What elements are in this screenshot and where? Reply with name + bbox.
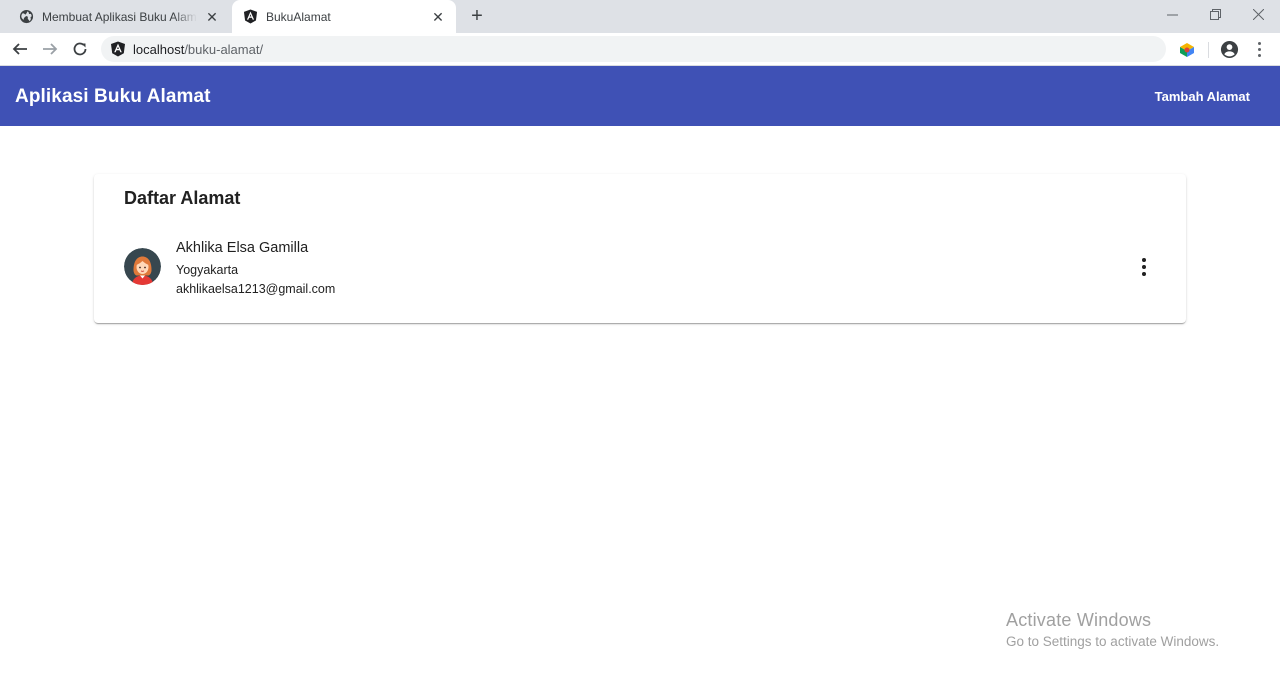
url-path: /buku-alamat/ — [184, 41, 264, 57]
new-tab-button[interactable]: + — [466, 5, 488, 27]
profile-icon[interactable] — [1220, 40, 1239, 59]
globe-icon — [18, 9, 34, 25]
browser-menu-icon[interactable] — [1253, 40, 1265, 59]
minimize-icon[interactable] — [1150, 0, 1194, 28]
browser-toolbar: localhost/buku-alamat/ — [0, 33, 1280, 66]
browser-tab-strip: Membuat Aplikasi Buku Alamat M ✕ BukuAla… — [0, 0, 1280, 33]
browser-tab-inactive[interactable]: Membuat Aplikasi Buku Alamat M ✕ — [8, 0, 230, 33]
contact-email: akhlikaelsa1213@gmail.com — [176, 282, 336, 296]
restore-icon[interactable] — [1193, 0, 1237, 28]
url-host: localhost — [133, 41, 185, 57]
watermark-title: Activate Windows — [1006, 610, 1152, 630]
female-avatar-icon — [124, 248, 161, 285]
reload-icon[interactable] — [69, 38, 91, 60]
close-tab-icon[interactable]: ✕ — [204, 9, 220, 25]
forward-arrow-icon[interactable] — [39, 38, 61, 60]
toolbar-divider — [1208, 42, 1209, 58]
address-list-card: Daftar Alamat Akhlika Elsa Gamilla Yogya… — [94, 174, 1186, 323]
card-title: Daftar Alamat — [124, 188, 241, 208]
address-bar[interactable]: localhost/buku-alamat/ — [101, 36, 1166, 62]
windows-activation-watermark: Activate Windows Go to Settings to activ… — [1006, 610, 1219, 649]
close-window-icon[interactable] — [1236, 0, 1280, 28]
browser-tab-active[interactable]: BukuAlamat ✕ — [232, 0, 456, 33]
close-tab-icon[interactable]: ✕ — [430, 9, 446, 25]
url-text: localhost/buku-alamat/ — [133, 42, 263, 57]
tab-title: BukuAlamat — [266, 9, 331, 24]
contact-city: Yogyakarta — [176, 263, 239, 277]
angular-icon — [110, 41, 126, 57]
add-address-button[interactable]: Tambah Alamat — [1143, 79, 1262, 113]
more-vert-icon[interactable] — [1132, 252, 1156, 282]
extension-icon[interactable] — [1178, 41, 1196, 59]
contact-name: Akhlika Elsa Gamilla — [176, 240, 309, 256]
angular-icon — [242, 9, 258, 25]
tab-title: Membuat Aplikasi Buku Alamat M — [42, 9, 197, 24]
app-title: Aplikasi Buku Alamat — [15, 86, 211, 107]
app-toolbar: Aplikasi Buku Alamat Tambah Alamat — [0, 66, 1280, 126]
back-arrow-icon[interactable] — [9, 38, 31, 60]
watermark-subtitle: Go to Settings to activate Windows. — [1006, 634, 1220, 649]
list-item[interactable]: Akhlika Elsa Gamilla Yogyakarta akhlikae… — [124, 238, 1156, 302]
